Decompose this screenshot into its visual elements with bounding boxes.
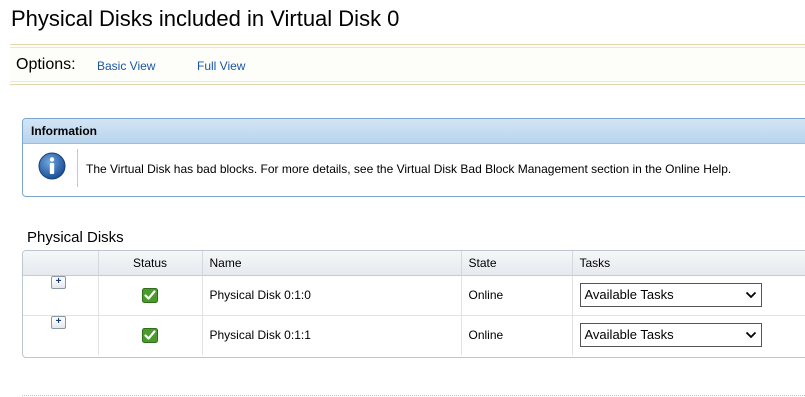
section-title: Physical Disks — [27, 229, 124, 246]
options-bar-top-rule — [10, 47, 805, 48]
status-cell — [98, 275, 203, 316]
chevron-down-icon — [745, 332, 756, 339]
column-header-status[interactable]: Status — [98, 251, 203, 276]
page-title: Physical Disks included in Virtual Disk … — [11, 6, 400, 31]
information-message: The Virtual Disk has bad blocks. For mor… — [86, 162, 732, 176]
column-header-expand — [23, 251, 99, 276]
status-cell — [98, 315, 203, 355]
information-panel: Information The Virtual Disk has bad blo… — [22, 118, 805, 197]
basic-view-link[interactable]: Basic View — [97, 59, 155, 73]
disk-state-cell: Online — [461, 275, 573, 316]
expand-button[interactable]: + — [51, 276, 66, 289]
tasks-cell: Available Tasks — [572, 275, 805, 316]
info-icon — [38, 152, 66, 180]
table-row: + Physical Disk 0:1:1 Online Available T… — [23, 315, 805, 355]
options-bar: Options: Basic View Full View — [10, 44, 805, 85]
green-check-icon — [142, 327, 158, 343]
disk-name-cell: Physical Disk 0:1:1 — [202, 315, 462, 355]
information-divider — [77, 149, 78, 187]
options-label: Options: — [16, 56, 76, 73]
physical-disks-table: Status Name State Tasks + Physical Disk … — [22, 250, 805, 358]
column-header-name[interactable]: Name — [202, 251, 462, 276]
expand-button[interactable]: + — [51, 316, 66, 330]
tasks-cell: Available Tasks — [572, 315, 805, 355]
available-tasks-value: Available Tasks — [584, 327, 674, 343]
information-header: Information — [23, 119, 805, 144]
options-bar-bottom-rule — [10, 81, 805, 82]
disk-name-cell: Physical Disk 0:1:0 — [202, 275, 462, 316]
column-header-state[interactable]: State — [461, 251, 573, 276]
expand-cell: + — [23, 275, 99, 316]
expand-cell: + — [23, 315, 99, 355]
bottom-divider — [22, 395, 805, 396]
full-view-link[interactable]: Full View — [197, 59, 245, 73]
table-row: + Physical Disk 0:1:0 Online Available T… — [23, 275, 805, 316]
chevron-down-icon — [745, 291, 756, 299]
available-tasks-select[interactable]: Available Tasks — [579, 283, 762, 307]
green-check-icon — [142, 287, 158, 303]
available-tasks-select[interactable]: Available Tasks — [579, 323, 762, 348]
table-header-row: Status Name State Tasks — [23, 251, 805, 276]
disk-state-cell: Online — [461, 315, 573, 355]
column-header-tasks[interactable]: Tasks — [572, 251, 805, 276]
available-tasks-value: Available Tasks — [584, 287, 674, 302]
